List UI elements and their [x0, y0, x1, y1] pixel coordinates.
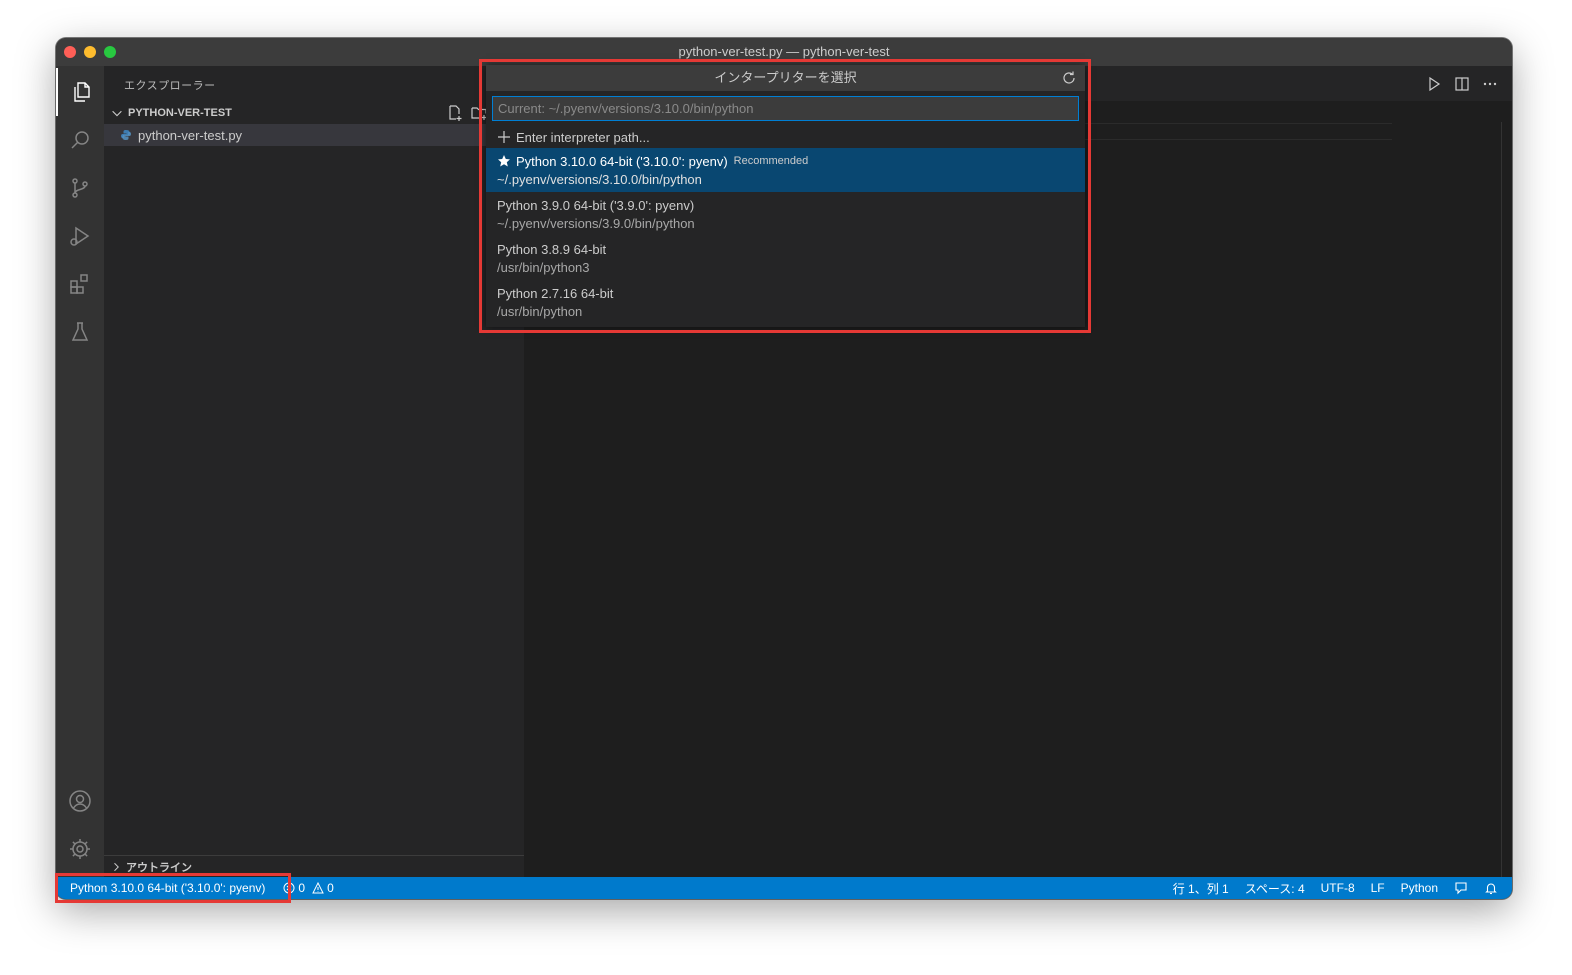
file-name: python-ver-test.py: [138, 127, 243, 143]
window-title: python-ver-test.py — python-ver-test: [678, 44, 890, 59]
encoding-setting[interactable]: UTF-8: [1321, 881, 1355, 895]
plus-icon: [498, 131, 510, 143]
explorer-sidebar: エクスプローラー PYTHON-VER-TEST python-ver-test…: [104, 66, 524, 877]
chevron-right-icon: [114, 862, 119, 871]
enter-interpreter-path-item[interactable]: Enter interpreter path...: [486, 126, 1085, 148]
testing-view-button[interactable]: [56, 308, 104, 356]
problems-indicator[interactable]: 0 0: [283, 881, 334, 895]
interpreter-path: ~/.pyenv/versions/3.9.0/bin/python: [497, 216, 695, 231]
accounts-button[interactable]: [56, 777, 104, 825]
outline-section-header[interactable]: アウトライン: [104, 855, 524, 877]
eol-setting[interactable]: LF: [1371, 881, 1385, 895]
search-icon: [71, 131, 89, 149]
run-debug-icon: [70, 226, 90, 246]
interpreter-path: /usr/bin/python: [497, 304, 583, 319]
recommended-badge: Recommended: [733, 155, 809, 167]
folder-actions: [446, 102, 488, 124]
sidebar-title: エクスプローラー: [124, 80, 216, 92]
interpreter-quick-pick: インタープリターを選択 Current: ~/.pyenv/versions/3…: [486, 65, 1085, 327]
file-tree-item[interactable]: python-ver-test.py: [104, 124, 524, 146]
folder-name: PYTHON-VER-TEST: [128, 107, 232, 119]
new-file-icon[interactable]: [446, 104, 464, 122]
explorer-view-button[interactable]: [56, 68, 104, 116]
notifications-bell-icon[interactable]: [1484, 881, 1498, 895]
more-actions-icon[interactable]: [1482, 76, 1498, 92]
run-debug-view-button[interactable]: [56, 212, 104, 260]
enter-path-label: Enter interpreter path...: [516, 129, 650, 145]
python-file-icon: [121, 130, 131, 140]
chevron-down-icon: [112, 110, 122, 117]
error-count: 0: [298, 881, 306, 895]
warning-count: 0: [327, 881, 334, 895]
extensions-icon: [70, 274, 88, 294]
editor-scrollbar[interactable]: [1501, 122, 1502, 877]
title-bar: python-ver-test.py — python-ver-test: [56, 38, 1512, 66]
interpreter-path: ~/.pyenv/versions/3.10.0/bin/python: [497, 172, 702, 187]
files-icon: [74, 82, 90, 102]
interpreter-label: Python 3.9.0 64-bit ('3.9.0': pyenv): [497, 197, 695, 213]
interpreter-item[interactable]: Python 2.7.16 64-bit /usr/bin/python: [486, 280, 1085, 324]
split-editor-icon[interactable]: [1454, 76, 1470, 92]
interpreter-item[interactable]: Python 3.10.0 64-bit ('3.10.0': pyenv) R…: [486, 148, 1085, 192]
interpreter-item[interactable]: Python 3.8.9 64-bit /usr/bin/python3: [486, 236, 1085, 280]
warning-icon: [312, 882, 324, 894]
indentation-setting[interactable]: スペース: 4: [1245, 880, 1305, 897]
interpreter-search-input[interactable]: Current: ~/.pyenv/versions/3.10.0/bin/py…: [492, 96, 1079, 121]
search-view-button[interactable]: [56, 116, 104, 164]
quick-pick-title: インタープリターを選択: [486, 65, 1085, 91]
activity-bar: [56, 66, 104, 877]
status-bar: Python 3.10.0 64-bit ('3.10.0': pyenv) 0…: [56, 877, 1512, 899]
editor-actions: [1426, 66, 1498, 101]
settings-gear-icon: [70, 839, 90, 859]
interpreter-label: Python 3.8.9 64-bit: [497, 241, 607, 257]
interpreter-list: Enter interpreter path... Python 3.10.0 …: [486, 126, 1085, 324]
language-mode[interactable]: Python: [1401, 881, 1438, 895]
run-icon[interactable]: [1426, 76, 1442, 92]
refresh-icon[interactable]: [1061, 70, 1077, 86]
extensions-view-button[interactable]: [56, 260, 104, 308]
interpreter-path: /usr/bin/python3: [497, 260, 590, 275]
interpreter-item[interactable]: Python 3.9.0 64-bit ('3.9.0': pyenv) ~/.…: [486, 192, 1085, 236]
manage-settings-button[interactable]: [56, 825, 104, 873]
source-control-view-button[interactable]: [56, 164, 104, 212]
account-icon: [69, 790, 91, 812]
outline-label: アウトライン: [126, 861, 192, 874]
quick-pick-title-text: インタープリターを選択: [714, 70, 857, 85]
interpreter-label: Python 3.10.0 64-bit ('3.10.0': pyenv): [516, 153, 728, 169]
error-icon: [283, 882, 295, 894]
folder-header[interactable]: PYTHON-VER-TEST: [104, 102, 524, 124]
interpreter-label: Python 2.7.16 64-bit: [497, 285, 614, 301]
testing-icon: [71, 322, 89, 341]
cursor-position[interactable]: 行 1、列 1: [1173, 880, 1229, 897]
source-control-icon: [72, 178, 88, 198]
python-interpreter-selector[interactable]: Python 3.10.0 64-bit ('3.10.0': pyenv): [56, 877, 275, 899]
feedback-icon[interactable]: [1454, 881, 1468, 895]
star-icon: [498, 155, 510, 167]
